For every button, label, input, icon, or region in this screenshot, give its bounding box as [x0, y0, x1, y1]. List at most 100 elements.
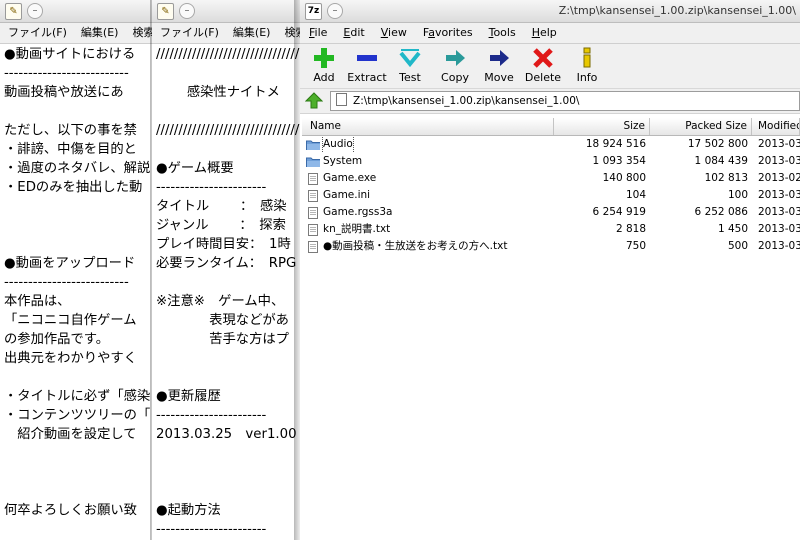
cell-modified: 2013-02-01 12:00	[758, 172, 800, 184]
minimize-button[interactable]	[179, 3, 195, 19]
notepad-window-2: ✎ ファイル(F)編集(E)検索 ///////////////////////…	[152, 0, 302, 540]
notepad2-titlebar[interactable]: ✎	[152, 0, 302, 23]
table-row[interactable]: Game.rgss3a 6 254 919 6 252 086 2013-03-25 …	[302, 204, 800, 221]
text-line: 感染性ナイトメ	[156, 85, 280, 100]
file-icon	[308, 172, 318, 185]
notepad1-titlebar[interactable]: ✎	[0, 0, 160, 23]
delete-button[interactable]: Delete	[521, 47, 565, 84]
cell-modified: 2013-03-25 12:00	[758, 138, 800, 150]
menu-view[interactable]: View	[381, 26, 407, 39]
minimize-button[interactable]	[327, 3, 343, 19]
test-button[interactable]: Test	[388, 47, 432, 84]
menu-edit[interactable]: 編集(E)	[233, 26, 271, 39]
file-icon	[308, 206, 318, 219]
text-line: 表現などがあ	[156, 313, 289, 328]
text-line	[156, 64, 298, 83]
notepad1-text-area[interactable]: ●動画サイトにおける -------------------------- 動画投稿…	[0, 44, 160, 520]
cell-size: 18 924 516	[585, 138, 646, 150]
menu-tools[interactable]: Tools	[489, 26, 516, 39]
cell-name: ●動画投稿・生放送をお考えの方へ.txt	[302, 238, 554, 255]
text-line: --------------------------	[4, 275, 129, 290]
text-line: ・誹謗、中傷を目的と	[4, 142, 137, 157]
text-line: --------------------------	[4, 66, 129, 81]
folder-icon	[306, 157, 320, 167]
table-row[interactable]: kn_説明書.txt 2 818 1 450 2013-03-25 12:00	[302, 221, 800, 238]
extract-icon	[357, 55, 377, 61]
7zip-menubar: File Edit View Favorites Tools Help	[300, 23, 800, 44]
text-line: ////////////////////////////////	[156, 123, 300, 138]
notepad-window-1: ✎ ファイル(F) 編集(E) 検索 ●動画サイトにおける -------------…	[0, 0, 160, 540]
menu-help[interactable]: Help	[532, 26, 557, 39]
address-bar: Z:\tmp\kansensei_1.00.zip\kansensei_1.00…	[300, 89, 800, 114]
column-name[interactable]: Name	[302, 118, 554, 135]
row-name: kn_説明書.txt	[323, 223, 391, 235]
notepad2-text-area[interactable]: //////////////////////////////// 感染性ナイトメ…	[152, 44, 302, 540]
delete-icon	[533, 48, 553, 68]
move-icon	[490, 50, 509, 66]
column-modified[interactable]: Modified	[752, 118, 800, 135]
menu-file[interactable]: File	[309, 26, 327, 39]
menu-file[interactable]: ファイル(F)	[160, 26, 219, 39]
cell-modified: 2013-03-25 12:00	[758, 189, 800, 201]
cell-name: System	[302, 153, 554, 170]
text-line: の参加作品です。	[4, 332, 110, 347]
cell-name: Game.ini	[302, 187, 554, 204]
row-name: Game.exe	[323, 172, 377, 184]
file-list: Name Size Packed Size Modified Audio 18 9…	[302, 118, 800, 540]
text-line: -----------------------	[156, 408, 267, 423]
text-line: ●動画サイトにおける	[4, 47, 136, 62]
window-title: Z:\tmp\kansensei_1.00.zip\kansensei_1.00…	[558, 4, 796, 17]
cell-packed-size: 17 502 800	[687, 138, 748, 150]
column-packed-size[interactable]: Packed Size	[650, 118, 752, 135]
add-button[interactable]: Add	[302, 47, 346, 84]
menu-favorites[interactable]: Favorites	[423, 26, 473, 39]
text-line: ////////////////////////////////	[156, 47, 300, 62]
cell-name: Game.rgss3a	[302, 204, 554, 221]
address-input[interactable]: Z:\tmp\kansensei_1.00.zip\kansensei_1.00…	[330, 91, 800, 111]
row-name: Audio	[322, 136, 354, 153]
up-folder-icon[interactable]	[305, 92, 323, 109]
minimize-button[interactable]	[27, 3, 43, 19]
move-button[interactable]: Move	[477, 47, 521, 84]
text-line: プレイ時間目安： 1時	[156, 237, 291, 252]
copy-button[interactable]: Copy	[433, 47, 477, 84]
info-button[interactable]: Info	[565, 47, 609, 84]
text-line: 紹介動画を設定して	[4, 427, 137, 442]
table-row[interactable]: Game.ini 104 100 2013-03-25 12:00	[302, 187, 800, 204]
text-line: タイトル ： 感染	[156, 199, 287, 214]
menu-edit[interactable]: Edit	[343, 26, 364, 39]
text-line: 2013.03.25 ver1.00	[156, 427, 297, 442]
text-line: ジャンル ： 探索	[156, 218, 286, 233]
text-line	[4, 368, 156, 387]
cell-modified: 2013-03-25 12:00	[758, 223, 800, 235]
table-row[interactable]: System 1 093 354 1 084 439 2013-03-25 12:00	[302, 153, 800, 170]
text-line	[156, 482, 298, 501]
table-row[interactable]: ●動画投稿・生放送をお考えの方へ.txt 750 500 2013-03-25 12:…	[302, 238, 800, 255]
cell-name: Audio	[302, 136, 554, 153]
text-line: ・EDのみを抽出した動	[4, 180, 143, 195]
text-line	[4, 102, 156, 121]
text-line	[156, 349, 298, 368]
menu-edit[interactable]: 編集(E)	[81, 26, 119, 39]
text-line: ・コンテンツツリーの「	[4, 408, 151, 423]
text-line	[156, 140, 298, 159]
cell-packed-size: 100	[727, 189, 748, 201]
text-line	[156, 368, 298, 387]
cell-name: kn_説明書.txt	[302, 221, 554, 238]
file-icon	[308, 189, 318, 202]
extract-button[interactable]: Extract	[345, 47, 389, 84]
table-row[interactable]: Audio 18 924 516 17 502 800 2013-03-25 12:0…	[302, 136, 800, 153]
cell-packed-size: 500	[727, 240, 748, 252]
cell-size: 1 093 354	[592, 155, 646, 167]
cell-packed-size: 102 813	[704, 172, 748, 184]
cell-modified: 2013-03-25 12:00	[758, 155, 800, 167]
column-size[interactable]: Size	[554, 118, 650, 135]
menu-file[interactable]: ファイル(F)	[8, 26, 67, 39]
table-row[interactable]: Game.exe 140 800 102 813 2013-02-01 12:00	[302, 170, 800, 187]
cell-packed-size: 1 084 439	[694, 155, 748, 167]
text-line	[4, 444, 156, 463]
7zip-window: 7z Z:\tmp\kansensei_1.00.zip\kansensei_1…	[300, 0, 800, 540]
toolbar: Add Extract Test Copy Move Delete Info	[300, 44, 800, 89]
text-line: ●動画をアップロード	[4, 256, 136, 271]
7zip-titlebar[interactable]: 7z Z:\tmp\kansensei_1.00.zip\kansensei_1…	[300, 0, 800, 23]
